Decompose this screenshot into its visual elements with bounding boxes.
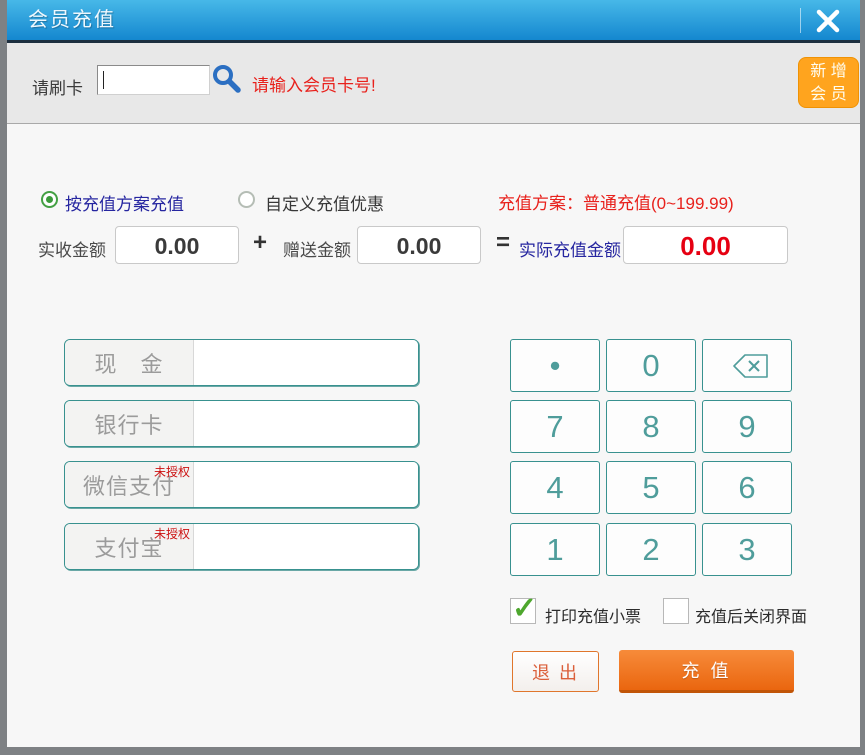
add-member-label-line1: 新 增	[810, 63, 847, 80]
equals-sign: =	[496, 229, 511, 256]
card-hint-message: 请输入会员卡号!	[252, 76, 376, 95]
numpad-key-9[interactable]: 9	[702, 400, 792, 453]
radio-plan-recharge-label[interactable]: 按充值方案充值	[65, 190, 184, 215]
payment-alipay-label-area: 支付宝 未授权	[65, 524, 194, 569]
recharge-scheme-info: 充值方案：普通充值(0~199.99)	[498, 194, 734, 213]
payment-bankcard-label-area: 银行卡	[65, 401, 194, 446]
numpad-key-5[interactable]: 5	[606, 461, 696, 514]
search-icon	[213, 65, 241, 93]
swipe-card-label: 请刷卡	[32, 79, 83, 98]
payment-wechat-input[interactable]	[194, 462, 418, 507]
numpad-key-7[interactable]: 7	[510, 400, 600, 453]
text-caret	[103, 71, 104, 89]
card-swipe-section: 请刷卡 请输入会员卡号! 新 增 会 员	[7, 43, 860, 124]
payment-alipay[interactable]: 支付宝 未授权	[64, 523, 419, 570]
print-receipt-checkbox[interactable]: ✓	[510, 592, 537, 625]
payment-alipay-input[interactable]	[194, 524, 418, 569]
plus-sign: +	[253, 229, 268, 256]
numpad-key-2[interactable]: 2	[606, 523, 696, 576]
actual-amount-value: 0.00	[623, 226, 788, 264]
payment-cash[interactable]: 现 金	[64, 339, 419, 386]
exit-button[interactable]: 退 出	[512, 651, 599, 692]
payment-wechat[interactable]: 微信支付 未授权	[64, 461, 419, 508]
payment-alipay-unauthorized-badge: 未授权	[153, 527, 190, 541]
actual-amount-label: 实际充值金额	[519, 241, 621, 260]
recharge-button[interactable]: 充 值	[619, 650, 794, 693]
payment-bankcard[interactable]: 银行卡	[64, 400, 419, 447]
payment-wechat-label-area: 微信支付 未授权	[65, 462, 194, 507]
received-amount-label: 实收金额	[38, 241, 106, 260]
dialog-title: 会员充值	[28, 9, 116, 31]
close-after-recharge-checkbox[interactable]: ✓	[663, 598, 689, 624]
titlebar-separator	[800, 8, 801, 33]
numpad-key-0[interactable]: 0	[606, 339, 696, 392]
close-icon	[816, 9, 840, 33]
payment-wechat-unauthorized-badge: 未授权	[153, 465, 190, 479]
close-button[interactable]	[811, 5, 845, 37]
gift-amount-label: 赠送金额	[283, 241, 351, 260]
payment-bankcard-input[interactable]	[194, 401, 418, 446]
radio-custom-recharge-label[interactable]: 自定义充值优惠	[265, 190, 384, 215]
title-bar: 会员充值	[7, 0, 860, 43]
radio-custom-recharge[interactable]	[238, 191, 255, 208]
numpad-key-8[interactable]: 8	[606, 400, 696, 453]
numpad-key-dot[interactable]: •	[510, 339, 600, 392]
numpad-key-3[interactable]: 3	[702, 523, 792, 576]
numpad-key-4[interactable]: 4	[510, 461, 600, 514]
search-button[interactable]	[211, 63, 243, 95]
received-amount-input[interactable]: 0.00	[115, 226, 239, 264]
backspace-icon	[733, 353, 768, 378]
gift-amount-input[interactable]: 0.00	[357, 226, 481, 264]
card-number-input[interactable]	[97, 65, 210, 95]
check-icon: ✓	[512, 592, 538, 625]
print-receipt-label[interactable]: 打印充值小票	[545, 603, 641, 627]
numpad-key-1[interactable]: 1	[510, 523, 600, 576]
payment-cash-label: 现 金	[94, 351, 164, 377]
add-member-button[interactable]: 新 增 会 员	[798, 57, 859, 108]
screen-background: 会员充值 请刷卡 请输入会员卡号! 新 增 会 员 按充值方案充值 自定义充值优…	[0, 0, 865, 755]
payment-bankcard-label: 银行卡	[94, 412, 164, 438]
add-member-label-line2: 会 员	[810, 86, 847, 103]
numpad-key-6[interactable]: 6	[702, 461, 792, 514]
radio-plan-recharge[interactable]	[41, 191, 58, 208]
numpad-key-backspace[interactable]	[702, 339, 792, 392]
payment-cash-label-area: 现 金	[65, 340, 194, 385]
close-after-recharge-label[interactable]: 充值后关闭界面	[695, 603, 807, 627]
member-recharge-dialog: 会员充值 请刷卡 请输入会员卡号! 新 增 会 员 按充值方案充值 自定义充值优…	[7, 0, 860, 747]
payment-cash-input[interactable]	[194, 340, 418, 385]
